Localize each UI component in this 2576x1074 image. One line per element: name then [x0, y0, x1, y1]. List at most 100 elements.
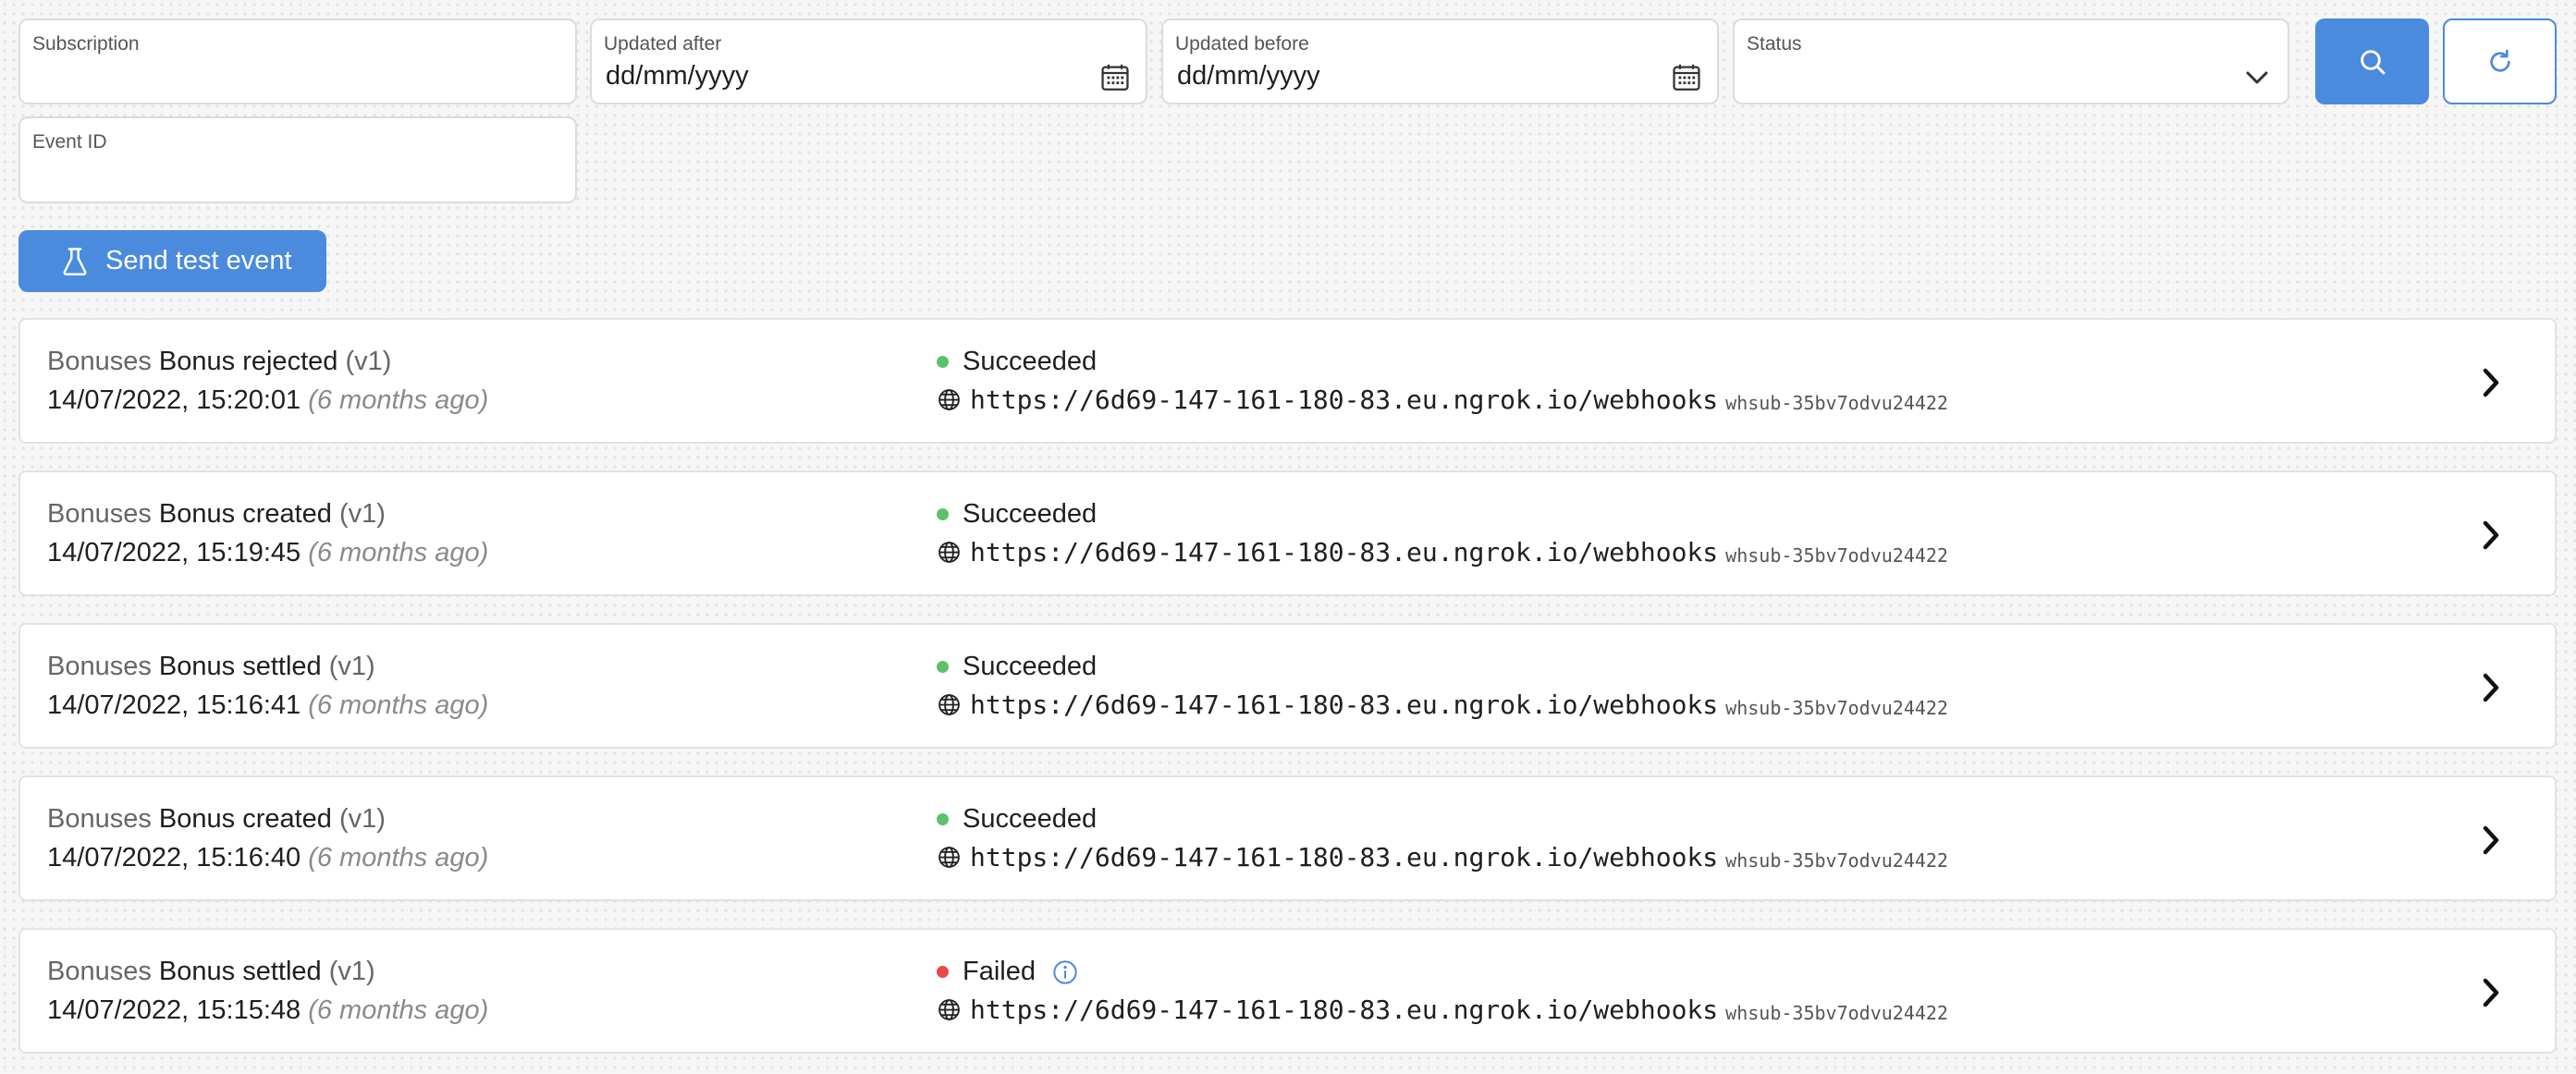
- event-endpoint: https://6d69-147-161-180-83.eu.ngrok.io/…: [938, 842, 1948, 873]
- event-status: Succeeded: [937, 804, 1097, 835]
- event-date: 14/07/2022, 15:19:45 (6 months ago): [47, 538, 488, 568]
- event-name: Bonus rejected: [158, 347, 338, 376]
- event-endpoint: https://6d69-147-161-180-83.eu.ngrok.io/…: [938, 384, 1948, 415]
- event-date: 14/07/2022, 15:15:48 (6 months ago): [47, 995, 488, 1026]
- send-test-event-button[interactable]: Send test event: [18, 230, 326, 292]
- event-relative-time: (6 months ago): [308, 690, 489, 720]
- event-version: (v1): [339, 804, 386, 834]
- event-timestamp: 14/07/2022, 15:15:48: [47, 995, 301, 1025]
- event-url: https://6d69-147-161-180-83.eu.ngrok.io/…: [970, 384, 1719, 415]
- event-category: Bonuses: [47, 347, 152, 376]
- calendar-icon[interactable]: [1099, 62, 1131, 93]
- updated-before-input[interactable]: dd/mm/yyyy: [1177, 61, 1320, 92]
- event-title: Bonuses Bonus created (v1): [47, 499, 386, 530]
- event-timestamp: 14/07/2022, 15:19:45: [47, 538, 301, 568]
- event-date: 14/07/2022, 15:16:41 (6 months ago): [47, 690, 488, 721]
- event-status-label: Succeeded: [963, 804, 1098, 834]
- chevron-down-icon[interactable]: [2243, 68, 2271, 87]
- status-dot-failed: [937, 966, 949, 978]
- event-subscription-id: whsub-35bv7odvu24422: [1725, 1001, 1948, 1024]
- event-row[interactable]: Bonuses Bonus rejected (v1) 14/07/2022, …: [18, 318, 2557, 444]
- event-relative-time: (6 months ago): [308, 385, 489, 415]
- event-date: 14/07/2022, 15:16:40 (6 months ago): [47, 843, 488, 873]
- event-subscription-id: whsub-35bv7odvu24422: [1725, 848, 1948, 872]
- event-relative-time: (6 months ago): [308, 843, 489, 873]
- event-row[interactable]: Bonuses Bonus settled (v1) 14/07/2022, 1…: [18, 623, 2557, 749]
- event-title: Bonuses Bonus settled (v1): [47, 652, 375, 682]
- event-url: https://6d69-147-161-180-83.eu.ngrok.io/…: [970, 690, 1719, 720]
- event-endpoint: https://6d69-147-161-180-83.eu.ngrok.io/…: [938, 995, 1948, 1025]
- event-endpoint: https://6d69-147-161-180-83.eu.ngrok.io/…: [938, 690, 1948, 720]
- updated-before-label: Updated before: [1175, 33, 1309, 55]
- event-subscription-id: whsub-35bv7odvu24422: [1725, 543, 1948, 567]
- status-label: Status: [1747, 33, 1802, 55]
- refresh-icon: [2489, 49, 2510, 72]
- event-timestamp: 14/07/2022, 15:16:40: [47, 843, 301, 873]
- event-title: Bonuses Bonus rejected (v1): [47, 347, 391, 377]
- event-name: Bonus created: [158, 499, 332, 529]
- event-status-label: Succeeded: [963, 499, 1098, 529]
- send-test-event-label: Send test event: [105, 246, 292, 275]
- event-subscription-id: whsub-35bv7odvu24422: [1725, 391, 1948, 414]
- info-icon[interactable]: [1052, 959, 1078, 985]
- event-category: Bonuses: [47, 804, 152, 834]
- event-name: Bonus created: [158, 804, 332, 834]
- event-title: Bonuses Bonus created (v1): [47, 804, 386, 835]
- event-status: Succeeded: [937, 652, 1097, 682]
- updated-after-input[interactable]: dd/mm/yyyy: [606, 61, 749, 92]
- chevron-right-icon[interactable]: [2479, 517, 2503, 554]
- event-relative-time: (6 months ago): [308, 538, 489, 568]
- event-version: (v1): [328, 652, 375, 681]
- event-status: Succeeded: [937, 499, 1097, 530]
- event-status-label: Succeeded: [963, 652, 1098, 681]
- event-category: Bonuses: [47, 957, 152, 986]
- event-row[interactable]: Bonuses Bonus created (v1) 14/07/2022, 1…: [18, 470, 2557, 596]
- event-status: Failed: [937, 957, 1078, 987]
- event-url: https://6d69-147-161-180-83.eu.ngrok.io/…: [970, 995, 1719, 1025]
- event-title: Bonuses Bonus settled (v1): [47, 957, 375, 987]
- event-subscription-id: whsub-35bv7odvu24422: [1725, 696, 1948, 719]
- event-url: https://6d69-147-161-180-83.eu.ngrok.io/…: [970, 842, 1719, 873]
- search-button[interactable]: [2315, 18, 2429, 104]
- status-dot-success: [937, 813, 949, 825]
- globe-icon: [938, 847, 960, 868]
- globe-icon: [938, 694, 960, 715]
- event-row[interactable]: Bonuses Bonus settled (v1) 14/07/2022, 1…: [18, 928, 2557, 1054]
- chevron-right-icon[interactable]: [2479, 364, 2503, 401]
- status-select[interactable]: Status: [1733, 18, 2289, 104]
- subscription-label: Subscription: [32, 33, 140, 55]
- flask-icon: [63, 247, 87, 275]
- event-status: Succeeded: [937, 347, 1097, 377]
- status-dot-success: [937, 661, 949, 673]
- event-status-label: Failed: [963, 957, 1036, 986]
- updated-after-field[interactable]: Updated after dd/mm/yyyy: [590, 18, 1147, 104]
- search-icon: [2360, 49, 2385, 74]
- globe-icon: [938, 389, 960, 410]
- event-status-label: Succeeded: [963, 347, 1098, 376]
- event-name: Bonus settled: [158, 652, 322, 681]
- status-dot-success: [937, 508, 949, 520]
- updated-before-field[interactable]: Updated before dd/mm/yyyy: [1161, 18, 1719, 104]
- event-relative-time: (6 months ago): [308, 995, 489, 1025]
- event-category: Bonuses: [47, 499, 152, 529]
- event-endpoint: https://6d69-147-161-180-83.eu.ngrok.io/…: [938, 537, 1948, 568]
- event-version: (v1): [345, 347, 392, 376]
- refresh-button[interactable]: [2443, 18, 2557, 104]
- event-name: Bonus settled: [158, 957, 322, 986]
- calendar-icon[interactable]: [1671, 62, 1702, 93]
- event-date: 14/07/2022, 15:20:01 (6 months ago): [47, 385, 488, 416]
- status-dot-success: [937, 356, 949, 368]
- event-row[interactable]: Bonuses Bonus created (v1) 14/07/2022, 1…: [18, 775, 2557, 901]
- updated-after-label: Updated after: [604, 33, 722, 55]
- event-id-field[interactable]: Event ID: [18, 116, 577, 203]
- event-id-label: Event ID: [32, 131, 107, 153]
- event-timestamp: 14/07/2022, 15:16:41: [47, 690, 301, 720]
- chevron-right-icon[interactable]: [2479, 669, 2503, 706]
- subscription-field[interactable]: Subscription: [18, 18, 577, 104]
- event-version: (v1): [328, 957, 375, 986]
- chevron-right-icon[interactable]: [2479, 822, 2503, 859]
- event-version: (v1): [339, 499, 386, 529]
- globe-icon: [938, 999, 960, 1020]
- event-timestamp: 14/07/2022, 15:20:01: [47, 385, 301, 415]
- chevron-right-icon[interactable]: [2479, 974, 2503, 1011]
